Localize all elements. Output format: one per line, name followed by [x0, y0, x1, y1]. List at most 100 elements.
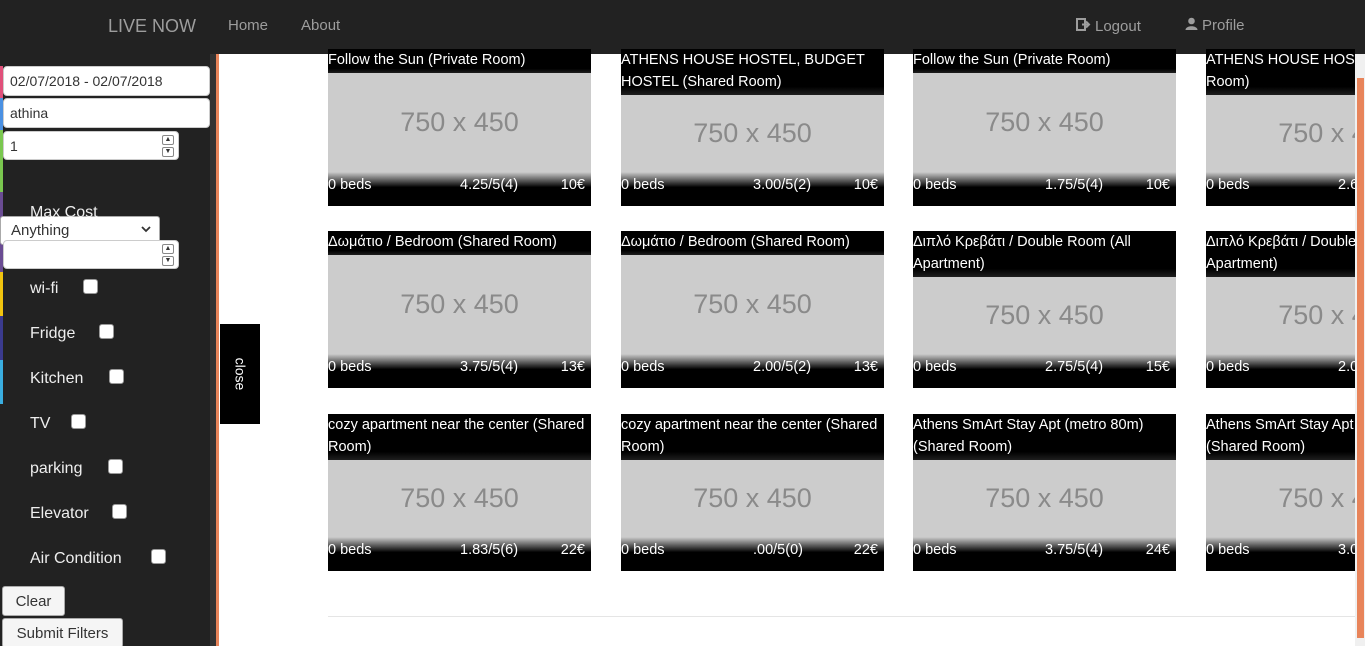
listing-card[interactable]: ATHENS HOUSE HOSTEL (Shared Room) 750 x 4… — [1206, 49, 1355, 206]
spin-down-icon[interactable]: ▼ — [162, 256, 174, 266]
listing-beds: 0 beds — [621, 542, 665, 558]
listing-beds: 0 beds — [913, 177, 957, 193]
top-navbar: LIVE NOW Home About Logout Profile — [0, 0, 1365, 54]
listing-rating: 3.75/5(4) — [1045, 542, 1104, 558]
listing-title[interactable]: Athens SmArt Stay Apt (metro 80m) (Share… — [1206, 414, 1355, 460]
listing-rating: 4.25/5(4) — [460, 177, 519, 193]
listing-card[interactable]: Follow the Sun (Private Room) 750 x 450 0 … — [328, 49, 591, 206]
listing-card[interactable]: cozy apartment near the center (Shared R… — [621, 414, 884, 571]
listing-footer: 0 beds 2.0 — [1206, 354, 1355, 388]
listing-title[interactable]: Δωμάτιο / Bedroom (Shared Room) — [328, 231, 591, 255]
max-cost-spinner[interactable]: ▲ ▼ — [162, 244, 174, 266]
listing-price: 22€ — [853, 542, 878, 558]
listing-title[interactable]: cozy apartment near the center (Shared R… — [328, 414, 591, 460]
listing-footer: 0 beds 2.00/5(2) 13€ — [621, 354, 884, 388]
parking-checkbox[interactable] — [108, 459, 123, 474]
listing-beds: 0 beds — [1206, 542, 1250, 558]
listing-title[interactable]: ATHENS HOUSE HOSTEL, BUDGET HOSTEL (Shar… — [621, 49, 884, 95]
type-select-value: Anything — [11, 222, 70, 239]
clear-button[interactable]: Clear — [2, 586, 65, 616]
listing-rating: .00/5(0) — [753, 542, 803, 558]
listing-card[interactable]: Διπλό Κρεβάτι / Double Room (All Apartme… — [1206, 231, 1355, 388]
tv-checkbox[interactable] — [71, 414, 86, 429]
image-placeholder: 750 x 450 — [400, 289, 519, 319]
close-sidebar-tab[interactable]: close — [220, 324, 260, 424]
listing-price: 13€ — [853, 359, 878, 375]
spin-up-icon[interactable]: ▲ — [162, 135, 174, 145]
listing-beds: 0 beds — [328, 177, 372, 193]
listing-title[interactable]: Follow the Sun (Private Room) — [913, 49, 1176, 73]
listing-footer: 0 beds 4.25/5(4) 10€ — [328, 172, 591, 206]
color-stripe — [0, 272, 3, 316]
listing-beds: 0 beds — [913, 359, 957, 375]
listing-card[interactable]: Διπλό Κρεβάτι / Double Room (All Apartme… — [913, 231, 1176, 388]
listing-price: 10€ — [560, 177, 585, 193]
listing-price: 15€ — [1145, 359, 1170, 375]
listing-beds: 0 beds — [1206, 177, 1250, 193]
wifi-checkbox[interactable] — [83, 279, 98, 294]
listing-card[interactable]: Athens SmArt Stay Apt (metro 80m) (Share… — [1206, 414, 1355, 571]
listing-price: 10€ — [1145, 177, 1170, 193]
listing-title[interactable]: Δωμάτιο / Bedroom (Shared Room) — [621, 231, 884, 255]
profile-label: Profile — [1202, 17, 1245, 34]
listing-title[interactable]: Διπλό Κρεβάτι / Double Room (All Apartme… — [913, 231, 1176, 277]
submit-filters-button[interactable]: Submit Filters — [2, 618, 123, 646]
kitchen-checkbox[interactable] — [109, 369, 124, 384]
listing-card[interactable]: ATHENS HOUSE HOSTEL, BUDGET HOSTEL (Shar… — [621, 49, 884, 206]
profile-link[interactable]: Profile — [1185, 17, 1245, 34]
fridge-checkbox[interactable] — [99, 324, 114, 339]
location-field[interactable]: athina — [3, 98, 210, 128]
listing-footer: 0 beds 3.75/5(4) 13€ — [328, 354, 591, 388]
listing-rating: 3.75/5(4) — [460, 359, 519, 375]
nav-about-link[interactable]: About — [301, 17, 340, 34]
listing-rating: 1.75/5(4) — [1045, 177, 1104, 193]
listing-beds: 0 beds — [328, 359, 372, 375]
listing-title[interactable]: Follow the Sun (Private Room) — [328, 49, 591, 73]
nav-home-link[interactable]: Home — [228, 17, 268, 34]
listing-card[interactable]: Follow the Sun (Private Room) 750 x 450 0 … — [913, 49, 1176, 206]
image-placeholder: 750 x 450 — [693, 289, 812, 319]
image-placeholder: 750 x 450 — [1278, 118, 1355, 148]
spin-down-icon[interactable]: ▼ — [162, 147, 174, 157]
listing-price: 13€ — [560, 359, 585, 375]
listing-rating: 2.00/5(2) — [753, 359, 812, 375]
image-placeholder: 750 x 450 — [985, 107, 1104, 137]
max-cost-stepper[interactable]: ▲ ▼ — [3, 240, 179, 269]
brand-logo[interactable]: LIVE NOW — [108, 16, 196, 37]
listing-title[interactable]: Διπλό Κρεβάτι / Double Room (All Apartme… — [1206, 231, 1355, 277]
listing-rating: 3.00/5(2) — [753, 177, 812, 193]
listing-footer: 0 beds 3.0 — [1206, 537, 1355, 571]
logout-icon — [1076, 18, 1091, 35]
listing-beds: 0 beds — [328, 542, 372, 558]
date-range-field[interactable]: 02/07/2018 - 02/07/2018 — [3, 66, 210, 96]
scrollbar-thumb[interactable] — [1357, 78, 1364, 638]
logout-link[interactable]: Logout — [1076, 18, 1141, 35]
user-icon — [1185, 17, 1198, 34]
spin-up-icon[interactable]: ▲ — [162, 244, 174, 254]
listing-card[interactable]: cozy apartment near the center (Shared R… — [328, 414, 591, 571]
listing-title[interactable]: ATHENS HOUSE HOSTEL (Shared Room) — [1206, 49, 1355, 95]
guests-stepper[interactable]: 1 ▲ ▼ — [3, 131, 179, 160]
listing-beds: 0 beds — [621, 177, 665, 193]
listing-card[interactable]: Δωμάτιο / Bedroom (Shared Room) 750 x 450… — [621, 231, 884, 388]
color-stripe — [0, 316, 3, 360]
close-tab-label: close — [232, 357, 248, 391]
sidebar-accent-line — [216, 54, 219, 646]
listing-rating: 2.0 — [1338, 359, 1355, 375]
guests-spinner[interactable]: ▲ ▼ — [162, 135, 174, 157]
listing-footer: 0 beds .00/5(0) 22€ — [621, 537, 884, 571]
elevator-checkbox[interactable] — [112, 504, 127, 519]
date-range-value: 02/07/2018 - 02/07/2018 — [10, 73, 163, 89]
listing-card[interactable]: Δωμάτιο / Bedroom (Shared Room) 750 x 450… — [328, 231, 591, 388]
amenity-label-fridge: Fridge — [30, 325, 76, 342]
max-cost-label: Max Cost — [30, 204, 98, 221]
listing-card[interactable]: Athens SmArt Stay Apt (metro 80m) (Share… — [913, 414, 1176, 571]
amenity-label-parking: parking — [30, 460, 83, 477]
listing-title[interactable]: Athens SmArt Stay Apt (metro 80m) (Share… — [913, 414, 1176, 460]
listing-title[interactable]: cozy apartment near the center (Shared R… — [621, 414, 884, 460]
air-condition-checkbox[interactable] — [151, 549, 166, 564]
image-placeholder: 750 x 450 — [400, 483, 519, 513]
listing-beds: 0 beds — [913, 542, 957, 558]
logout-label: Logout — [1095, 18, 1141, 35]
listing-footer: 0 beds 3.00/5(2) 10€ — [621, 172, 884, 206]
